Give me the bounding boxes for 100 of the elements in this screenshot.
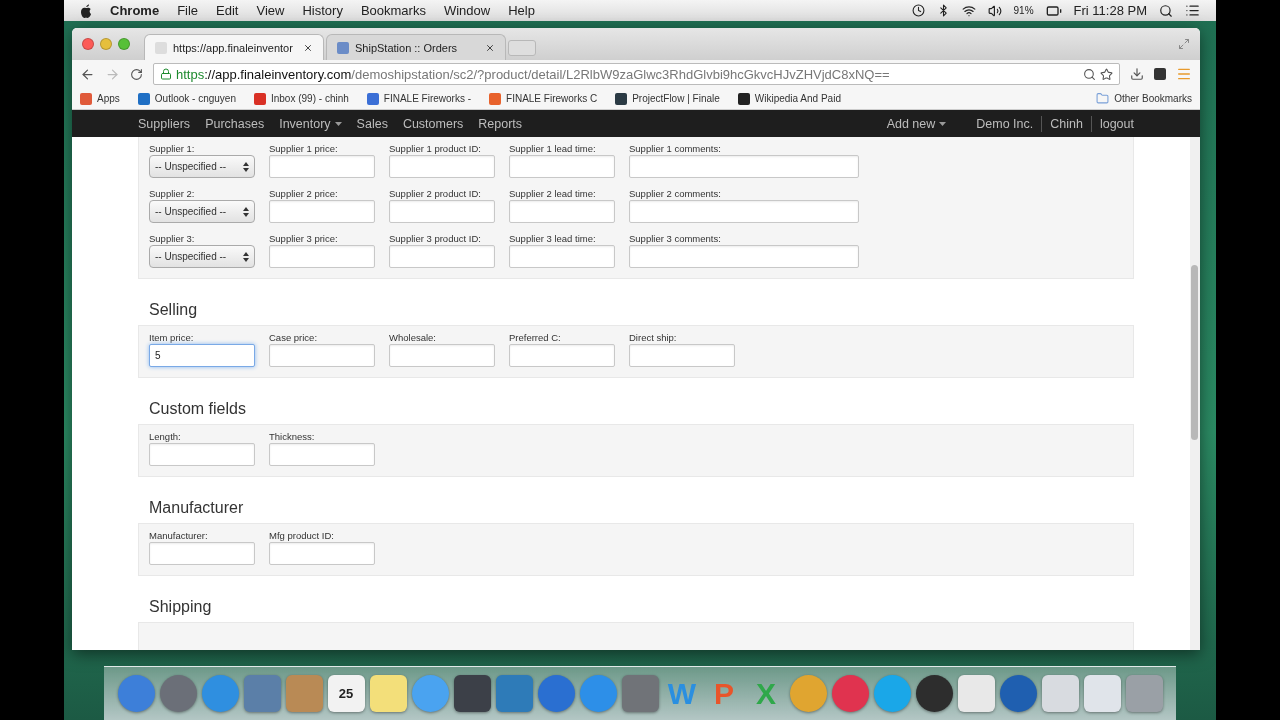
address-bar[interactable]: https://app.finaleinventory.com/demoshipstation/sc2/?product/detail/L2RlbW9zaGlwc3RhdGlvbi9hcGkvcHJvZHVjdC8xNQ== [153,63,1120,85]
stepper-icon [243,251,249,262]
text-field[interactable] [269,155,375,178]
forward-icon[interactable] [105,66,120,82]
scroll-thumb[interactable] [1191,265,1198,440]
app-icon[interactable] [453,675,491,712]
tray-icon[interactable] [1130,67,1144,81]
field-label: Supplier 2 price: [269,188,339,199]
browser-tab[interactable]: ShipStation :: Orders [326,34,506,60]
menu-item[interactable]: Window [443,3,491,18]
menu-item[interactable]: Help [508,3,535,18]
nav-link[interactable]: Suppliers [138,116,191,131]
nav-link[interactable]: Customers [402,116,464,131]
supplier-select[interactable]: -- Unspecified -- [149,155,255,178]
list-icon[interactable] [1185,3,1200,18]
fullscreen-icon[interactable] [1178,38,1190,50]
volume-icon[interactable] [987,3,1002,18]
text-field[interactable] [629,200,859,223]
app-icon[interactable] [915,675,953,712]
nav-link[interactable]: Demo Inc. [976,116,1034,131]
bookmark-link[interactable]: Wikipedia And Paid [737,92,841,105]
text-field[interactable] [629,155,859,178]
caret-icon [334,122,342,127]
field-label: Supplier 3: [149,233,196,244]
menu-item[interactable]: File [177,3,199,18]
bookmark-link[interactable]: ProjectFlow | Finale [615,92,720,105]
field-label: Supplier 1 lead time: [509,143,597,154]
supplier-select[interactable]: -- Unspecified -- [149,245,255,268]
reload-icon[interactable] [130,67,143,81]
menu-item[interactable]: Edit [216,3,239,18]
field-label: Supplier 2 product ID: [389,188,482,199]
close-button[interactable] [82,38,94,50]
text-field[interactable] [269,443,375,466]
text-field[interactable] [269,200,375,223]
search-icon[interactable] [1159,3,1173,18]
text-field[interactable] [389,200,495,223]
text-field[interactable] [149,542,255,565]
section-title: Shipping [148,597,213,617]
field-label: Supplier 1 product ID: [389,143,482,154]
logo-icon[interactable] [80,3,92,18]
nav-link[interactable]: Sales [356,116,388,131]
field-label: Wholesale: [389,332,437,343]
menu-item[interactable]: History [302,3,343,18]
text-field[interactable] [509,155,615,178]
close-icon[interactable] [485,42,495,53]
menu-clock[interactable]: Fri 11:28 PM [1073,3,1147,18]
close-icon[interactable] [303,42,313,53]
minimize-button[interactable] [100,38,112,50]
text-field[interactable] [269,542,375,565]
clock-icon[interactable] [911,4,925,17]
zoom-button[interactable] [118,38,130,50]
text-field[interactable] [269,344,375,367]
menu-item[interactable]: View [256,3,285,18]
nav-link[interactable]: logout [1099,116,1134,131]
field-label: Supplier 1 price: [269,143,339,154]
bookmark-link[interactable]: Other Bookmarks [1096,92,1192,105]
text-field[interactable]: 5 [149,344,255,367]
lock-icon [160,68,172,80]
new-tab-button[interactable] [508,40,536,56]
nav-link[interactable]: Purchases [205,116,265,131]
text-field[interactable] [509,200,615,223]
stepper-icon [243,206,249,217]
bookmark-link[interactable]: Apps [80,92,120,105]
text-field[interactable] [629,245,859,268]
app-icon[interactable] [999,675,1037,712]
bookmark-link[interactable]: FINALE Fireworks C [489,92,598,105]
text-field[interactable] [509,245,615,268]
field-label: Manufacturer: [149,530,209,541]
field-label: Supplier 3 comments: [629,233,722,244]
bookmark-link[interactable]: Outlook - cnguyen [137,92,236,105]
field-label: Length: [149,431,182,442]
text-field[interactable] [389,245,495,268]
field-label: Item price: [149,332,195,343]
text-field[interactable] [509,344,615,367]
menu-item[interactable]: Bookmarks [360,3,426,18]
text-field[interactable] [149,443,255,466]
back-icon[interactable] [80,66,95,82]
folder-icon [1096,92,1110,105]
nav-link[interactable]: Reports [478,116,523,131]
text-field[interactable] [389,344,495,367]
field-label: Preferred C: [509,332,562,343]
menu-item[interactable]: Chrome [110,3,160,18]
menu-icon[interactable] [1176,66,1192,82]
battery-percent: 91% [1013,5,1034,16]
nav-link[interactable]: Add new [886,116,947,131]
field-label: Supplier 2 lead time: [509,188,597,199]
nav-link[interactable]: Chinh [1050,116,1083,131]
browser-tab[interactable]: https://app.finaleinventor [144,34,324,60]
text-field[interactable] [389,155,495,178]
star-icon[interactable] [1100,67,1113,81]
field-label: Supplier 3 price: [269,233,339,244]
text-field[interactable] [269,245,375,268]
bookmark-link[interactable]: FINALE Fireworks - [366,92,472,105]
nav-link[interactable]: Inventory [279,116,342,131]
app-icon[interactable]: 25 [327,675,365,712]
wifi-icon[interactable] [961,3,976,18]
text-field[interactable] [629,344,735,367]
supplier-select[interactable]: -- Unspecified -- [149,200,255,223]
bookmark-link[interactable]: Inbox (99) - chinh [253,92,349,105]
field-label: Supplier 2: [149,188,196,199]
